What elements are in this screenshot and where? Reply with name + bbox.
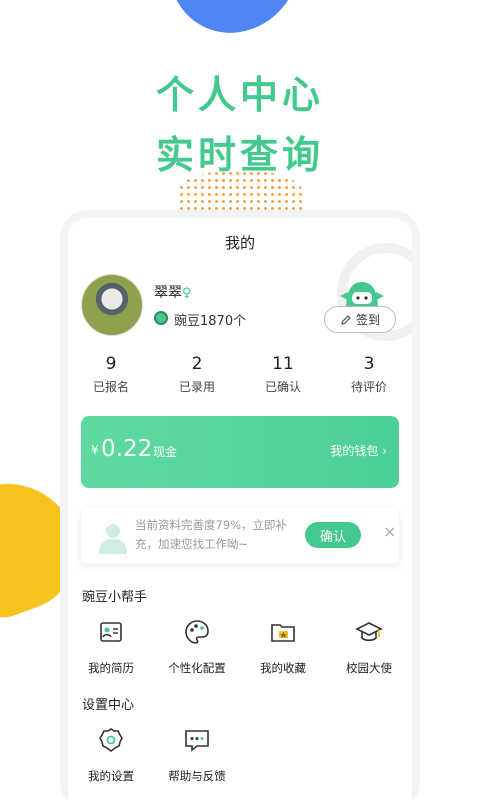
stat-hired[interactable]: 2 已录用	[154, 354, 240, 395]
feedback-icon	[185, 730, 209, 752]
helper-item-label: 校园大使	[346, 661, 392, 675]
palette-icon	[185, 620, 209, 644]
stat-number: 11	[272, 354, 294, 374]
stats-row: 9 已报名 2 已录用 11 已确认 3 待评价	[68, 354, 412, 395]
settings-item-label: 我的设置	[88, 769, 134, 783]
close-icon[interactable]: ×	[383, 522, 396, 541]
app-screen: 我的 翠翠♀ 豌豆1870个 签到 9 已报名 2 已录用 11 已确认 3 待评价 ¥…	[68, 218, 412, 800]
pencil-icon	[341, 314, 351, 325]
promo-headline-1: 个人中心	[155, 73, 324, 117]
helper-item-resume[interactable]: 我的简历	[68, 618, 154, 676]
stat-number: 9	[105, 354, 117, 374]
settings-item-help-feedback[interactable]: 帮助与反馈	[154, 726, 240, 784]
helper-item-favorites[interactable]: 我的收藏	[240, 618, 326, 676]
currency-symbol: ¥	[91, 443, 99, 457]
user-name: 翠翠♀	[154, 282, 192, 302]
stat-number: 3	[363, 354, 375, 374]
helper-section-title: 豌豆小帮手	[82, 590, 148, 605]
resume-icon	[100, 622, 122, 642]
my-wallet-label: 我的钱包	[330, 444, 379, 458]
stat-number: 2	[191, 354, 203, 374]
helper-item-label: 我的收藏	[260, 661, 306, 675]
chevron-right-icon: ›	[382, 444, 387, 458]
signin-label: 签到	[355, 313, 380, 327]
stat-registered[interactable]: 9 已报名	[68, 354, 154, 395]
helper-item-personalize[interactable]: 个性化配置	[154, 618, 240, 676]
wallet-card[interactable]: ¥ 0.22 现金 我的钱包 ›	[81, 416, 399, 488]
user-name-text: 翠翠	[154, 285, 182, 301]
stat-label: 已录用	[178, 380, 215, 394]
settings-item-label: 帮助与反馈	[168, 769, 226, 783]
gear-icon	[99, 728, 123, 752]
profile-completion-notice: 当前资料完善度79%，立即补充，加速您找工作呦~ 确认 ×	[81, 508, 399, 564]
avatar[interactable]	[81, 274, 143, 336]
stat-confirmed[interactable]: 11 已确认	[240, 354, 326, 395]
person-icon	[99, 524, 127, 554]
stat-label: 待评价	[350, 380, 387, 394]
decorative-blue-blob	[166, 0, 308, 41]
mascot-icon	[340, 282, 384, 310]
my-wallet-link[interactable]: 我的钱包 ›	[330, 442, 387, 459]
stat-label: 已报名	[92, 380, 129, 394]
helper-item-label: 个性化配置	[168, 661, 226, 675]
wallet-amount: 0.22	[101, 436, 153, 462]
notice-text: 当前资料完善度79%，立即补充，加速您找工作呦~	[135, 518, 288, 551]
settings-grid: 我的设置 帮助与反馈	[68, 726, 412, 784]
graduation-cap-icon	[355, 622, 383, 642]
settings-item-my-settings[interactable]: 我的设置	[68, 726, 154, 784]
stat-pending-review[interactable]: 3 待评价	[326, 354, 412, 395]
stat-label: 已确认	[264, 380, 301, 394]
helper-item-campus-ambassador[interactable]: 校园大使	[326, 618, 412, 676]
wallet-unit: 现金	[153, 445, 178, 459]
bean-count: 豌豆1870个	[174, 314, 247, 329]
female-icon: ♀	[182, 286, 192, 301]
confirm-button[interactable]: 确认	[305, 522, 361, 548]
decorative-dot-pattern	[178, 170, 302, 212]
favorites-folder-icon	[271, 624, 295, 642]
signin-button[interactable]: 签到	[324, 306, 396, 333]
helper-item-label: 我的简历	[88, 661, 134, 675]
helper-grid: 我的简历 个性化配置 我的收藏 校园大使	[68, 618, 412, 676]
settings-section-title: 设置中心	[82, 698, 135, 713]
pea-icon	[154, 311, 168, 325]
